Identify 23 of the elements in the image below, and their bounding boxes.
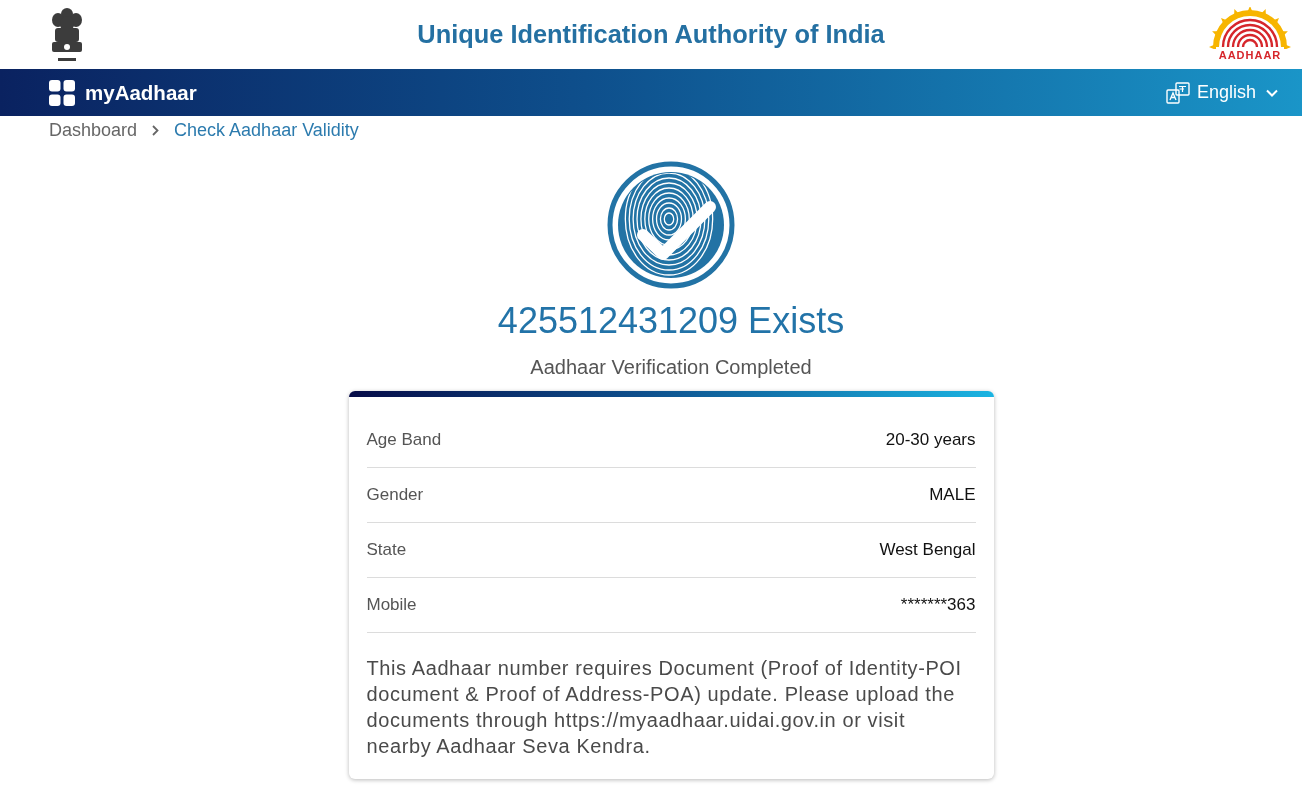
result-subtitle: Aadhaar Verification Completed xyxy=(530,355,812,380)
detail-value: West Bengal xyxy=(879,540,976,560)
detail-value: MALE xyxy=(929,485,976,505)
result-heading: 425512431209 Exists xyxy=(497,299,845,343)
detail-value: *******363 xyxy=(900,595,976,615)
logo-wordmark: AADHAAR xyxy=(1218,49,1282,62)
detail-value: 20-30 years xyxy=(885,430,976,450)
grid-icon xyxy=(49,79,75,106)
emblem-logo xyxy=(49,5,85,64)
breadcrumb-link[interactable]: Dashboard xyxy=(49,119,138,141)
detail-label: Gender xyxy=(366,485,424,505)
brand-name: myAadhaar xyxy=(85,80,197,105)
fingerprint-check-icon xyxy=(607,161,735,289)
breadcrumb-link[interactable]: Check Aadhaar Validity xyxy=(174,119,359,141)
update-notice: This Aadhaar number requires Document (Proof of Identity-POI document & Proof of Address-POA) update. Please upload the documents through https://myaadhaar.uidai.gov.in or visit nearby Aadhaar Seva Kendra. xyxy=(366,656,963,759)
site-title: Unique Identification Authority of India xyxy=(417,20,885,49)
detail-label: Mobile xyxy=(366,595,417,615)
detail-label: Age Band xyxy=(366,430,442,450)
chevron-down-icon xyxy=(1266,88,1278,97)
translate-icon xyxy=(1165,81,1190,104)
language-button[interactable]: English xyxy=(1165,81,1278,104)
detail-label: State xyxy=(366,540,407,560)
chevron-right-icon xyxy=(152,124,160,136)
